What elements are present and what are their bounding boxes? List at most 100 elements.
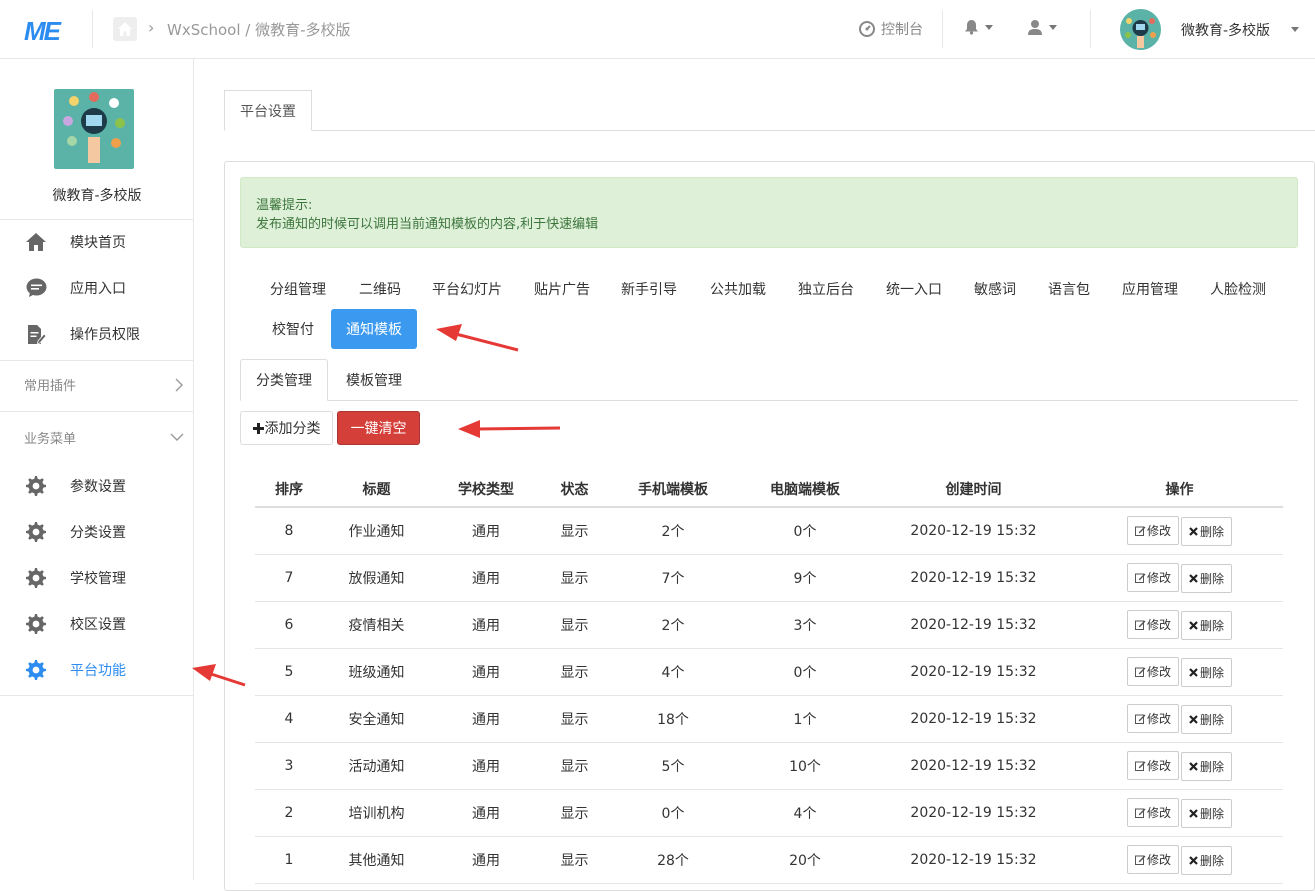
table-cell: 2020-12-19 15:32 <box>871 507 1076 555</box>
table-cell: 9个 <box>739 554 871 602</box>
edit-button[interactable]: 修改 <box>1126 609 1179 639</box>
sidebar-item-label: 应用入口 <box>70 281 126 297</box>
table-cell: 班级通知 <box>323 648 430 696</box>
chevron-right-icon <box>175 378 183 391</box>
divider <box>1090 10 1091 48</box>
delete-label: 删除 <box>1200 665 1225 680</box>
avatar[interactable] <box>1120 9 1161 50</box>
edit-button[interactable]: 修改 <box>1126 797 1179 827</box>
delete-button[interactable]: 删除 <box>1181 704 1233 734</box>
column-header: 电脑端模板 <box>739 471 871 508</box>
table-row: 5 班级通知 通用 显示 4个 0个 2020-12-19 15:32 修改 删除 <box>255 648 1283 696</box>
tab-category-management[interactable]: 分类管理 <box>240 359 328 401</box>
close-icon <box>1189 667 1198 677</box>
delete-button[interactable]: 删除 <box>1181 751 1233 781</box>
nav-group-management[interactable]: 分组管理 <box>256 269 340 309</box>
app-logo[interactable]: ME <box>24 16 61 47</box>
gear-icon <box>25 521 47 543</box>
nav-platform-slides[interactable]: 平台幻灯片 <box>418 269 516 309</box>
alert-title: 温馨提示: <box>256 198 313 213</box>
top-bar: ME › WxSchool / 微教育-多校版 控制台 微教育-多校版 <box>0 0 1315 59</box>
edit-button[interactable]: 修改 <box>1126 844 1179 874</box>
delete-button[interactable]: 删除 <box>1181 798 1233 828</box>
user-icon <box>1028 20 1042 35</box>
table-cell: 8 <box>255 507 323 555</box>
home-button[interactable] <box>113 17 137 41</box>
sidebar-item-parameter-settings[interactable]: 参数设置 <box>0 466 194 506</box>
table-cell: 活动通知 <box>323 742 430 790</box>
column-header: 状态 <box>542 471 607 508</box>
table-cell: 显示 <box>542 601 607 649</box>
sidebar-item-campus-settings[interactable]: 校区设置 <box>0 604 194 644</box>
delete-button[interactable]: 删除 <box>1181 657 1233 687</box>
close-icon <box>1189 526 1198 536</box>
sidebar-item-label: 平台功能 <box>70 663 126 679</box>
user-name[interactable]: 微教育-多校版 <box>1181 20 1270 40</box>
table-cell: 其他通知 <box>323 836 430 884</box>
sidebar-item-category-settings[interactable]: 分类设置 <box>0 512 194 552</box>
close-icon <box>1189 761 1198 771</box>
edit-label: 修改 <box>1146 805 1171 820</box>
nav-patch-ads[interactable]: 贴片广告 <box>520 269 604 309</box>
table-cell: 7个 <box>607 554 739 602</box>
sidebar-item-module-home[interactable]: 模块首页 <box>0 222 194 262</box>
edit-button[interactable]: 修改 <box>1126 656 1179 686</box>
table-cell: 作业通知 <box>323 507 430 555</box>
delete-label: 删除 <box>1200 712 1225 727</box>
user-menu-button[interactable] <box>1027 19 1057 35</box>
sidebar-item-operator-permissions[interactable]: 操作员权限 <box>0 314 194 354</box>
edit-label: 修改 <box>1146 758 1171 773</box>
caret-down-icon <box>1049 24 1057 30</box>
nav-beginner-guide[interactable]: 新手引导 <box>607 269 691 309</box>
delete-button[interactable]: 删除 <box>1181 516 1233 546</box>
clear-all-button[interactable]: 一键清空 <box>337 411 420 445</box>
edit-button[interactable]: 修改 <box>1126 562 1179 592</box>
close-icon <box>1189 855 1198 865</box>
delete-button[interactable]: 删除 <box>1181 563 1233 593</box>
caret-down-icon[interactable] <box>1291 27 1299 32</box>
nav-unified-entry[interactable]: 统一入口 <box>872 269 956 309</box>
delete-button[interactable]: 删除 <box>1181 610 1233 640</box>
table-cell: 0个 <box>739 648 871 696</box>
table-cell: 6 <box>255 601 323 649</box>
nav-language-pack[interactable]: 语言包 <box>1034 269 1104 309</box>
nav-qrcode[interactable]: 二维码 <box>345 269 415 309</box>
add-category-button[interactable]: 添加分类 <box>240 411 333 445</box>
nav-public-loading[interactable]: 公共加载 <box>696 269 780 309</box>
sidebar-group-business-menu[interactable]: 业务菜单 <box>24 428 184 447</box>
breadcrumb[interactable]: WxSchool / 微教育-多校版 <box>167 19 351 40</box>
nav-face-detection[interactable]: 人脸检测 <box>1196 269 1280 309</box>
divider <box>0 411 194 412</box>
nav-sensitive-words[interactable]: 敏感词 <box>960 269 1030 309</box>
edit-button[interactable]: 修改 <box>1126 750 1179 780</box>
edit-button[interactable]: 修改 <box>1126 515 1179 545</box>
nav-smart-pay[interactable]: 校智付 <box>258 309 328 349</box>
sidebar-item-label: 参数设置 <box>70 479 126 495</box>
sidebar-item-app-entry[interactable]: 应用入口 <box>0 268 194 308</box>
edit-button[interactable]: 修改 <box>1126 703 1179 733</box>
table-cell: 显示 <box>542 789 607 837</box>
table-cell: 显示 <box>542 554 607 602</box>
nav-app-management[interactable]: 应用管理 <box>1108 269 1192 309</box>
table-cell: 2020-12-19 15:32 <box>871 648 1076 696</box>
console-link[interactable]: 控制台 <box>859 19 923 39</box>
close-icon <box>1189 808 1198 818</box>
sidebar-item-platform-functions[interactable]: 平台功能 <box>0 650 194 690</box>
table-cell: 显示 <box>542 648 607 696</box>
nav-standalone-backend[interactable]: 独立后台 <box>784 269 868 309</box>
divider <box>92 10 93 48</box>
chevron-down-icon <box>170 433 184 441</box>
sidebar-item-school-management[interactable]: 学校管理 <box>0 558 194 598</box>
nav-notification-template[interactable]: 通知模板 <box>331 309 417 349</box>
table-cell: 通用 <box>430 554 542 602</box>
table-cell: 2个 <box>607 601 739 649</box>
table-row: 4 安全通知 通用 显示 18个 1个 2020-12-19 15:32 修改 删除 <box>255 695 1283 743</box>
delete-button[interactable]: 删除 <box>1181 845 1233 875</box>
table-cell: 28个 <box>607 836 739 884</box>
notifications-button[interactable] <box>964 19 993 35</box>
close-icon <box>1189 714 1198 724</box>
tab-template-management[interactable]: 模板管理 <box>331 359 417 401</box>
alert-text: 发布通知的时候可以调用当前通知模板的内容,利于快速编辑 <box>256 217 599 232</box>
tab-platform-settings[interactable]: 平台设置 <box>224 90 312 131</box>
sidebar-group-common-plugins[interactable]: 常用插件 <box>24 375 184 394</box>
